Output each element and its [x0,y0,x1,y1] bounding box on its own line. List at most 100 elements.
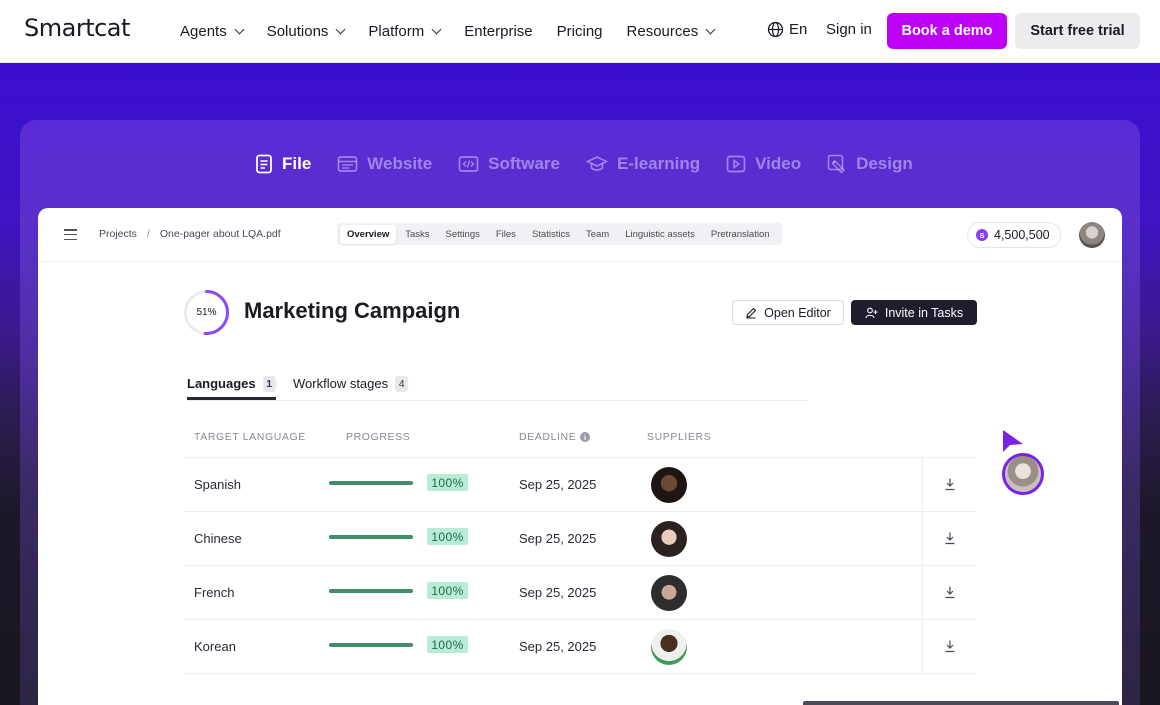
table-row[interactable]: Korean 100% Sep 25, 2025 [184,619,977,674]
supplier-avatar[interactable] [651,629,687,665]
info-icon[interactable]: i [580,432,591,442]
download-icon[interactable] [944,477,956,491]
project-subtabs: Overview Tasks Settings Files Statistics… [337,223,782,245]
main-menu: Agents Solutions Platform Enterprise Pri… [180,0,738,63]
nav-agents[interactable]: Agents [180,23,245,40]
progress-badge: 100% [427,474,468,491]
breadcrumb-separator: / [146,228,150,240]
collaborator-avatar [1002,453,1044,495]
row-language: Spanish [194,477,241,492]
design-pen-icon [827,154,846,174]
language-selector[interactable]: En [767,21,807,38]
supplier-avatar[interactable] [651,467,687,503]
smartcat-logo[interactable]: Smartcat [24,14,130,42]
download-icon[interactable] [944,639,956,653]
download-icon[interactable] [944,585,956,599]
progress-bar [329,481,413,485]
user-avatar[interactable] [1079,222,1105,248]
table-row[interactable]: French 100% Sep 25, 2025 [184,565,977,620]
nav-agents-label: Agents [180,23,227,40]
chevron-down-icon [431,24,442,35]
start-trial-button[interactable]: Start free trial [1015,13,1140,49]
project-section-tabs: Languages 1 Workflow stages 4 [187,368,809,401]
subtab-statistics[interactable]: Statistics [525,225,577,244]
browser-window-icon [337,156,358,172]
hamburger-menu-icon[interactable] [64,229,77,241]
supplier-avatar[interactable] [651,575,687,611]
graduation-cap-icon [585,156,608,171]
subtab-overview[interactable]: Overview [340,224,397,244]
coin-icon: S [976,229,988,241]
add-user-icon [865,307,878,318]
credits-amount: 4,500,500 [994,228,1050,242]
column-divider [922,620,923,674]
nav-resources[interactable]: Resources [626,23,716,40]
row-language: French [194,585,235,600]
horizontal-scroll-indicator[interactable] [803,701,1119,705]
tab-website-label: Website [367,154,433,173]
subtab-settings[interactable]: Settings [439,225,487,244]
tab-e-learning[interactable]: E-learning [585,154,700,174]
supplier-avatar[interactable] [651,521,687,557]
column-progress: PROGRESS [346,431,411,443]
play-icon [726,155,746,173]
nav-pricing[interactable]: Pricing [557,23,603,40]
row-deadline: Sep 25, 2025 [519,531,597,546]
pencil-icon [746,307,757,319]
table-row[interactable]: Spanish 100% Sep 25, 2025 [184,457,977,512]
tab-software[interactable]: Software [458,154,560,174]
content-type-tabs: File Website Software E-learning Video D… [255,152,939,176]
tab-video[interactable]: Video [726,154,801,174]
app-header: Projects / One-pager about LQA.pdf Overv… [38,208,1122,262]
breadcrumb-projects[interactable]: Projects [99,228,137,240]
tab-design[interactable]: Design [827,154,913,174]
invite-in-tasks-button[interactable]: Invite in Tasks [851,300,977,325]
chevron-down-icon [705,24,716,35]
row-deadline: Sep 25, 2025 [519,477,597,492]
sign-in-link[interactable]: Sign in [826,21,872,38]
open-editor-label: Open Editor [764,305,831,320]
nav-resources-label: Resources [626,23,699,40]
tab-website[interactable]: Website [337,154,432,174]
table-row[interactable]: Chinese 100% Sep 25, 2025 [184,511,977,566]
project-title: Marketing Campaign [244,298,461,323]
column-divider [922,512,923,566]
progress-badge: 100% [427,636,468,653]
globe-icon [767,21,784,38]
subtab-team[interactable]: Team [579,225,616,244]
language-label: En [789,21,808,38]
download-icon[interactable] [944,531,956,545]
subtab-files[interactable]: Files [489,225,523,244]
tab-languages[interactable]: Languages 1 [187,368,276,399]
tab-design-label: Design [856,154,913,173]
column-target-language: TARGET LANGUAGE [194,431,306,443]
column-divider [922,566,923,620]
nav-platform[interactable]: Platform [368,23,442,40]
progress-ring-label: 51% [196,307,217,318]
subtab-pretranslation[interactable]: Pretranslation [704,225,777,244]
subtab-tasks[interactable]: Tasks [398,225,436,244]
breadcrumb: Projects / One-pager about LQA.pdf [99,228,281,240]
row-language: Korean [194,639,236,654]
nav-pricing-label: Pricing [556,23,603,40]
table-bottom-border [184,673,977,674]
nav-platform-label: Platform [368,23,425,40]
progress-badge: 100% [427,528,468,545]
project-app-window: Projects / One-pager about LQA.pdf Overv… [38,208,1122,705]
tab-workflow-stages-label: Workflow stages [293,376,389,391]
progress-badge: 100% [427,582,468,599]
tab-file[interactable]: File [255,154,311,174]
credits-balance[interactable]: S 4,500,500 [967,222,1061,248]
subtab-linguistic-assets[interactable]: Linguistic assets [618,225,702,244]
progress-bar [329,589,413,593]
tab-workflow-stages[interactable]: Workflow stages 4 [293,368,409,399]
progress-bar [329,643,413,647]
breadcrumb-current-file: One-pager about LQA.pdf [159,228,281,240]
active-tab-indicator [187,397,276,400]
nav-solutions[interactable]: Solutions [267,23,346,40]
open-editor-button[interactable]: Open Editor [732,300,844,325]
tab-workflow-stages-count: 4 [395,375,409,392]
top-navigation: Smartcat Agents Solutions Platform Enter… [0,0,1160,63]
book-demo-button[interactable]: Book a demo [887,13,1007,49]
nav-enterprise[interactable]: Enterprise [464,23,532,40]
